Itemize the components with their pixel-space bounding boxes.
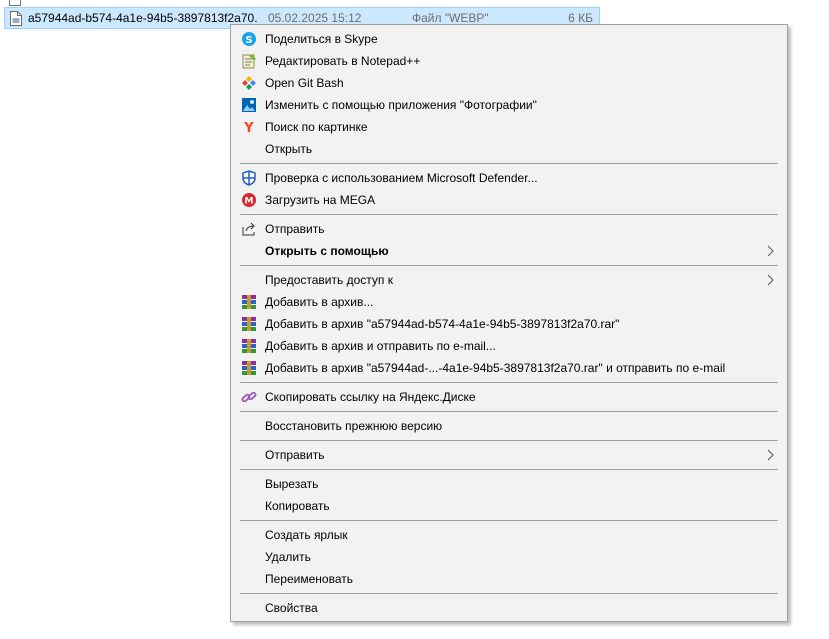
- menu-item-share[interactable]: Отправить: [233, 218, 785, 240]
- winrar-icon: [241, 294, 257, 310]
- menu-separator: [240, 214, 778, 215]
- menu-item-share-skype[interactable]: S Поделиться в Skype: [233, 28, 785, 50]
- yandex-icon: Y: [241, 119, 257, 136]
- menu-item-defender-scan[interactable]: Проверка с использованием Microsoft Defe…: [233, 167, 785, 189]
- menu-separator: [240, 520, 778, 521]
- file-name: a57944ad-b574-4a1e-94b5-3897813f2a70....: [28, 11, 258, 25]
- menu-item-named-archive-and-email[interactable]: Добавить в архив "a57944ad-...-4a1e-94b5…: [233, 357, 785, 379]
- share-icon: [241, 221, 257, 237]
- menu-item-delete[interactable]: Удалить: [233, 546, 785, 568]
- menu-item-edit-notepadpp[interactable]: Редактировать в Notepad++: [233, 50, 785, 72]
- winrar-icon: [241, 316, 257, 332]
- file-type: Файл "WEBP": [412, 11, 489, 25]
- skype-icon: S: [241, 31, 257, 47]
- svg-text:Y: Y: [243, 121, 254, 135]
- menu-separator: [240, 440, 778, 441]
- git-bash-icon: [241, 75, 257, 91]
- menu-item-create-shortcut[interactable]: Создать ярлык: [233, 524, 785, 546]
- menu-item-add-to-archive[interactable]: Добавить в архив...: [233, 291, 785, 313]
- svg-text:M: M: [245, 197, 254, 207]
- notepadpp-icon: [241, 53, 257, 69]
- menu-item-open-git-bash[interactable]: Open Git Bash: [233, 72, 785, 94]
- photos-icon: [241, 97, 257, 113]
- chevron-right-icon: [767, 449, 775, 461]
- menu-item-edit-photos[interactable]: Изменить с помощью приложения "Фотографи…: [233, 94, 785, 116]
- defender-icon: [241, 170, 257, 186]
- file-size: 6 КБ: [568, 11, 593, 25]
- file-date: 05.02.2025 15:12: [268, 11, 362, 25]
- file-icon: [9, 0, 21, 6]
- chevron-right-icon: [767, 245, 775, 257]
- menu-item-copy-yandex-link[interactable]: Скопировать ссылку на Яндекс.Диске: [233, 386, 785, 408]
- webp-file-icon: [10, 10, 22, 26]
- menu-separator: [240, 382, 778, 383]
- winrar-icon: [241, 360, 257, 376]
- yandex-disk-link-icon: [241, 389, 257, 405]
- menu-separator: [240, 163, 778, 164]
- menu-item-give-access[interactable]: Предоставить доступ к: [233, 269, 785, 291]
- menu-separator: [240, 265, 778, 266]
- menu-item-open[interactable]: Открыть: [233, 138, 785, 160]
- menu-item-add-to-named-archive[interactable]: Добавить в архив "a57944ad-b574-4a1e-94b…: [233, 313, 785, 335]
- menu-item-open-with[interactable]: Открыть с помощью: [233, 240, 785, 262]
- menu-item-copy[interactable]: Копировать: [233, 495, 785, 517]
- menu-item-image-search[interactable]: Y Поиск по картинке: [233, 116, 785, 138]
- menu-item-upload-mega[interactable]: M Загрузить на MEGA: [233, 189, 785, 211]
- menu-item-cut[interactable]: Вырезать: [233, 473, 785, 495]
- menu-separator: [240, 469, 778, 470]
- menu-item-archive-and-email[interactable]: Добавить в архив и отправить по e-mail..…: [233, 335, 785, 357]
- menu-item-restore-version[interactable]: Восстановить прежнюю версию: [233, 415, 785, 437]
- winrar-icon: [241, 338, 257, 354]
- menu-separator: [240, 593, 778, 594]
- menu-item-properties[interactable]: Свойства: [233, 597, 785, 619]
- menu-item-send-to[interactable]: Отправить: [233, 444, 785, 466]
- svg-text:S: S: [245, 35, 252, 46]
- menu-separator: [240, 411, 778, 412]
- mega-icon: M: [241, 192, 257, 208]
- menu-item-rename[interactable]: Переименовать: [233, 568, 785, 590]
- context-menu: S Поделиться в Skype Редактировать в Not…: [230, 24, 788, 622]
- chevron-right-icon: [767, 274, 775, 286]
